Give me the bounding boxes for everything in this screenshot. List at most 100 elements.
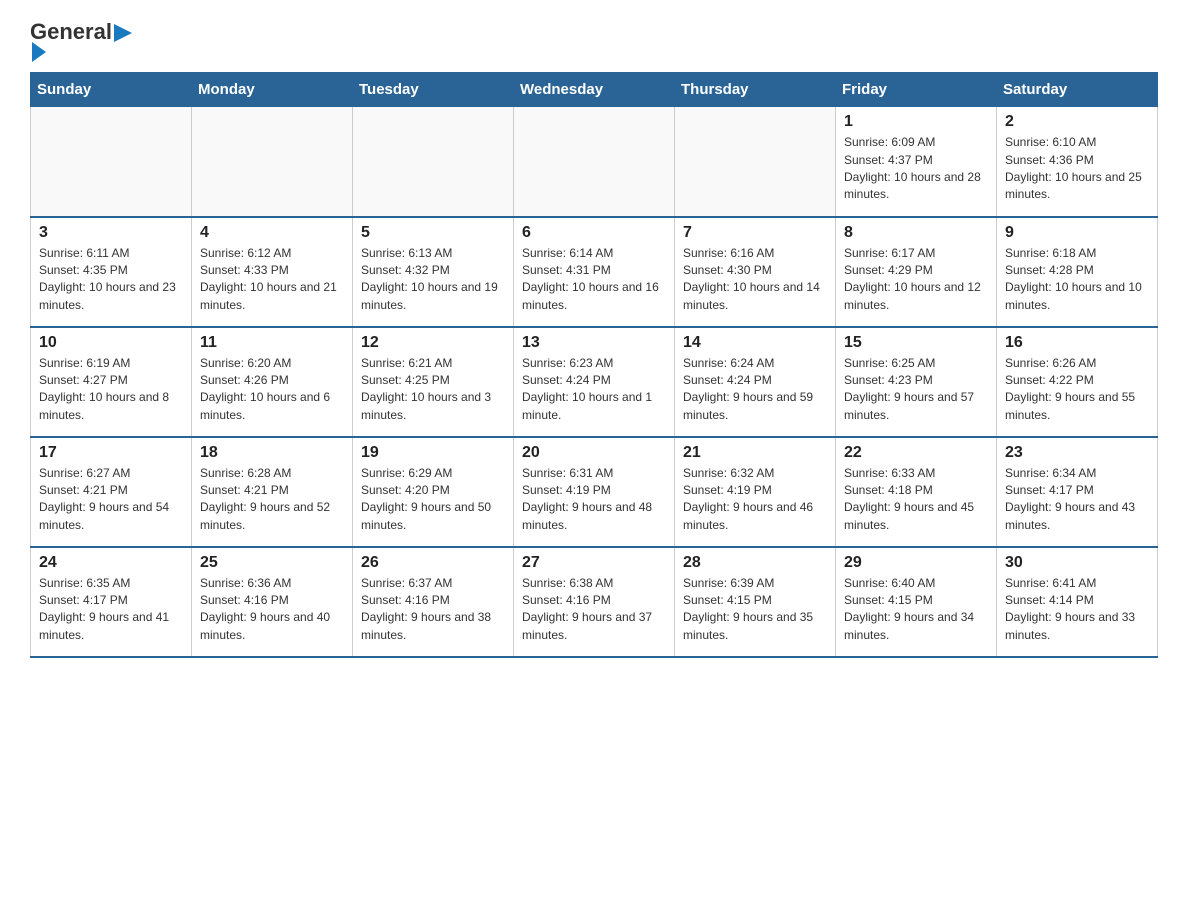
calendar-cell (514, 107, 675, 217)
logo-general: General (30, 19, 112, 44)
calendar-cell: 6Sunrise: 6:14 AM Sunset: 4:31 PM Daylig… (514, 217, 675, 327)
day-number: 13 (522, 334, 666, 352)
day-number: 18 (200, 444, 344, 462)
day-info: Sunrise: 6:31 AM Sunset: 4:19 PM Dayligh… (522, 465, 666, 535)
day-info: Sunrise: 6:09 AM Sunset: 4:37 PM Dayligh… (844, 134, 988, 204)
day-info: Sunrise: 6:25 AM Sunset: 4:23 PM Dayligh… (844, 355, 988, 425)
day-info: Sunrise: 6:11 AM Sunset: 4:35 PM Dayligh… (39, 245, 183, 315)
week-row-5: 24Sunrise: 6:35 AM Sunset: 4:17 PM Dayli… (31, 547, 1158, 657)
calendar-cell: 13 Sunrise: 6:23 AM Sunset: 4:24 PM Dayli… (514, 327, 675, 437)
day-info: Sunrise: 6:16 AM Sunset: 4:30 PM Dayligh… (683, 245, 827, 315)
day-number: 6 (522, 224, 666, 242)
calendar-cell: 2 Sunrise: 6:10 AM Sunset: 4:36 PM Daylig… (997, 107, 1158, 217)
weekday-header-row: SundayMondayTuesdayWednesdayThursdayFrid… (31, 73, 1158, 107)
calendar-cell: 23 Sunrise: 6:34 AM Sunset: 4:17 PM Dayli… (997, 437, 1158, 547)
calendar-cell: 10 Sunrise: 6:19 AM Sunset: 4:27 PM Dayli… (31, 327, 192, 437)
week-row-2: 3 Sunrise: 6:11 AM Sunset: 4:35 PM Daylig… (31, 217, 1158, 327)
calendar-cell: 14 Sunrise: 6:24 AM Sunset: 4:24 PM Dayli… (675, 327, 836, 437)
calendar-cell (31, 107, 192, 217)
day-number: 20 (522, 444, 666, 462)
calendar-cell: 22 Sunrise: 6:33 AM Sunset: 4:18 PM Dayli… (836, 437, 997, 547)
logo-triangle-icon (32, 42, 46, 62)
day-info: Sunrise: 6:23 AM Sunset: 4:24 PM Dayligh… (522, 355, 666, 425)
calendar-cell (353, 107, 514, 217)
day-number: 1 (844, 113, 988, 131)
calendar-cell: 3 Sunrise: 6:11 AM Sunset: 4:35 PM Daylig… (31, 217, 192, 327)
calendar-cell: 16 Sunrise: 6:26 AM Sunset: 4:22 PM Dayli… (997, 327, 1158, 437)
calendar-cell: 9 Sunrise: 6:18 AM Sunset: 4:28 PM Daylig… (997, 217, 1158, 327)
calendar-cell: 20 Sunrise: 6:31 AM Sunset: 4:19 PM Dayli… (514, 437, 675, 547)
weekday-header-tuesday: Tuesday (353, 73, 514, 107)
week-row-1: 1 Sunrise: 6:09 AM Sunset: 4:37 PM Daylig… (31, 107, 1158, 217)
day-number: 8 (844, 224, 988, 242)
day-info: Sunrise: 6:12 AM Sunset: 4:33 PM Dayligh… (200, 245, 344, 315)
day-number: 24 (39, 554, 183, 572)
calendar-cell: 15Sunrise: 6:25 AM Sunset: 4:23 PM Dayli… (836, 327, 997, 437)
day-number: 4 (200, 224, 344, 242)
calendar-cell: 29 Sunrise: 6:40 AM Sunset: 4:15 PM Dayli… (836, 547, 997, 657)
weekday-header-sunday: Sunday (31, 73, 192, 107)
day-info: Sunrise: 6:40 AM Sunset: 4:15 PM Dayligh… (844, 575, 988, 645)
day-info: Sunrise: 6:37 AM Sunset: 4:16 PM Dayligh… (361, 575, 505, 645)
day-number: 10 (39, 334, 183, 352)
day-number: 30 (1005, 554, 1149, 572)
day-info: Sunrise: 6:13 AM Sunset: 4:32 PM Dayligh… (361, 245, 505, 315)
day-info: Sunrise: 6:29 AM Sunset: 4:20 PM Dayligh… (361, 465, 505, 535)
calendar-cell: 21 Sunrise: 6:32 AM Sunset: 4:19 PM Dayli… (675, 437, 836, 547)
weekday-header-friday: Friday (836, 73, 997, 107)
week-row-3: 10 Sunrise: 6:19 AM Sunset: 4:27 PM Dayli… (31, 327, 1158, 437)
day-info: Sunrise: 6:36 AM Sunset: 4:16 PM Dayligh… (200, 575, 344, 645)
day-number: 21 (683, 444, 827, 462)
day-info: Sunrise: 6:10 AM Sunset: 4:36 PM Dayligh… (1005, 134, 1149, 204)
day-info: Sunrise: 6:20 AM Sunset: 4:26 PM Dayligh… (200, 355, 344, 425)
day-info: Sunrise: 6:26 AM Sunset: 4:22 PM Dayligh… (1005, 355, 1149, 425)
day-info: Sunrise: 6:17 AM Sunset: 4:29 PM Dayligh… (844, 245, 988, 315)
day-number: 16 (1005, 334, 1149, 352)
day-number: 3 (39, 224, 183, 242)
day-info: Sunrise: 6:19 AM Sunset: 4:27 PM Dayligh… (39, 355, 183, 425)
day-number: 19 (361, 444, 505, 462)
day-number: 28 (683, 554, 827, 572)
calendar-cell: 27Sunrise: 6:38 AM Sunset: 4:16 PM Dayli… (514, 547, 675, 657)
calendar-cell: 18 Sunrise: 6:28 AM Sunset: 4:21 PM Dayli… (192, 437, 353, 547)
day-info: Sunrise: 6:38 AM Sunset: 4:16 PM Dayligh… (522, 575, 666, 645)
calendar-cell: 30 Sunrise: 6:41 AM Sunset: 4:14 PM Dayli… (997, 547, 1158, 657)
day-number: 29 (844, 554, 988, 572)
day-info: Sunrise: 6:27 AM Sunset: 4:21 PM Dayligh… (39, 465, 183, 535)
day-info: Sunrise: 6:24 AM Sunset: 4:24 PM Dayligh… (683, 355, 827, 425)
calendar-cell: 24Sunrise: 6:35 AM Sunset: 4:17 PM Dayli… (31, 547, 192, 657)
calendar-cell: 25 Sunrise: 6:36 AM Sunset: 4:16 PM Dayli… (192, 547, 353, 657)
day-number: 25 (200, 554, 344, 572)
page-header: General (30, 20, 1158, 62)
day-number: 7 (683, 224, 827, 242)
day-number: 14 (683, 334, 827, 352)
day-info: Sunrise: 6:34 AM Sunset: 4:17 PM Dayligh… (1005, 465, 1149, 535)
day-number: 17 (39, 444, 183, 462)
day-number: 11 (200, 334, 344, 352)
day-info: Sunrise: 6:39 AM Sunset: 4:15 PM Dayligh… (683, 575, 827, 645)
logo: General (30, 20, 132, 62)
day-info: Sunrise: 6:32 AM Sunset: 4:19 PM Dayligh… (683, 465, 827, 535)
calendar-cell: 5Sunrise: 6:13 AM Sunset: 4:32 PM Daylig… (353, 217, 514, 327)
calendar-cell (675, 107, 836, 217)
day-info: Sunrise: 6:21 AM Sunset: 4:25 PM Dayligh… (361, 355, 505, 425)
day-info: Sunrise: 6:41 AM Sunset: 4:14 PM Dayligh… (1005, 575, 1149, 645)
calendar-cell (192, 107, 353, 217)
calendar-cell: 12 Sunrise: 6:21 AM Sunset: 4:25 PM Dayli… (353, 327, 514, 437)
logo-bottom-row (30, 44, 46, 62)
day-info: Sunrise: 6:28 AM Sunset: 4:21 PM Dayligh… (200, 465, 344, 535)
day-number: 9 (1005, 224, 1149, 242)
day-number: 2 (1005, 113, 1149, 131)
calendar-table: SundayMondayTuesdayWednesdayThursdayFrid… (30, 72, 1158, 658)
day-number: 22 (844, 444, 988, 462)
calendar-cell: 28 Sunrise: 6:39 AM Sunset: 4:15 PM Dayli… (675, 547, 836, 657)
day-number: 23 (1005, 444, 1149, 462)
day-info: Sunrise: 6:18 AM Sunset: 4:28 PM Dayligh… (1005, 245, 1149, 315)
day-number: 12 (361, 334, 505, 352)
logo-top-text: General (30, 20, 132, 44)
weekday-header-thursday: Thursday (675, 73, 836, 107)
weekday-header-saturday: Saturday (997, 73, 1158, 107)
day-info: Sunrise: 6:33 AM Sunset: 4:18 PM Dayligh… (844, 465, 988, 535)
calendar-cell: 7 Sunrise: 6:16 AM Sunset: 4:30 PM Daylig… (675, 217, 836, 327)
week-row-4: 17 Sunrise: 6:27 AM Sunset: 4:21 PM Dayli… (31, 437, 1158, 547)
